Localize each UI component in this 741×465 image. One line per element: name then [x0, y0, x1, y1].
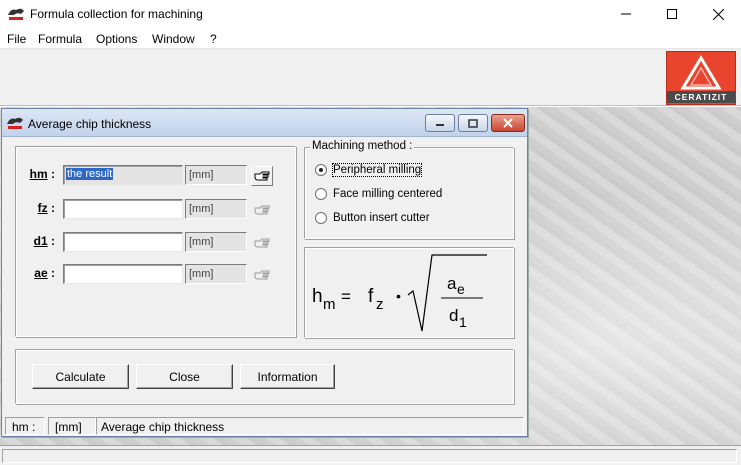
- dialog-status-bar: hm : [mm] Average chip thickness: [2, 416, 527, 436]
- radio-label: Peripheral milling: [331, 163, 423, 177]
- menu-window[interactable]: Window: [152, 32, 195, 46]
- hm-result-field[interactable]: the result: [63, 165, 183, 185]
- minimize-button[interactable]: [603, 0, 649, 28]
- close-icon: [503, 118, 513, 128]
- dialog-close-button[interactable]: [491, 114, 525, 132]
- dialog-maximize-button[interactable]: [458, 114, 488, 132]
- minimize-icon: [436, 124, 444, 126]
- machining-method-group: Machining method : Peripheral milling Fa…: [304, 140, 514, 239]
- formula-lhs: h: [312, 286, 323, 307]
- maximize-button[interactable]: [649, 0, 695, 28]
- radio-unchecked-icon: [315, 212, 327, 224]
- app-title: Formula collection for machining: [30, 7, 203, 21]
- chip-thickness-dialog: Average chip thickness hm : the result […: [1, 108, 528, 437]
- dialog-title: Average chip thickness: [28, 117, 152, 131]
- menu-options[interactable]: Options: [96, 32, 137, 46]
- radio-checked-icon: [315, 164, 327, 176]
- formula-dot: •: [396, 288, 401, 304]
- field-label-hm: hm :: [29, 167, 55, 181]
- menu-file[interactable]: File: [7, 32, 26, 46]
- pointing-hand-icon: [254, 171, 270, 181]
- menu-formula[interactable]: Formula: [38, 32, 82, 46]
- field-label-d1: d1 :: [33, 234, 55, 248]
- unit-d1: [mm]: [185, 232, 247, 252]
- menu-bar: File Formula Options Window ?: [0, 28, 741, 49]
- formula-f-sub: z: [376, 296, 384, 313]
- field-label-ae: ae :: [34, 266, 55, 280]
- calculate-button[interactable]: Calculate: [32, 364, 129, 389]
- pointing-hand-icon: [254, 270, 270, 280]
- radio-unchecked-icon: [315, 188, 327, 200]
- app-logo-icon: [8, 8, 24, 20]
- formula-denominator: d: [449, 306, 458, 325]
- formula-diagram: h m = f z • a e d 1: [312, 254, 487, 332]
- machining-method-legend: Machining method :: [310, 140, 415, 152]
- formula-equals: =: [341, 287, 351, 306]
- close-button[interactable]: Close: [136, 364, 233, 389]
- radio-label: Button insert cutter: [333, 212, 430, 224]
- field-label-fz: fz :: [37, 201, 55, 215]
- main-titlebar: Formula collection for machining: [0, 0, 741, 28]
- formula-denominator-sub: 1: [459, 314, 467, 330]
- unit-fz: [mm]: [185, 199, 247, 219]
- status-field: hm :: [5, 417, 45, 435]
- dialog-titlebar: Average chip thickness: [2, 109, 527, 137]
- radio-button-insert-cutter[interactable]: Button insert cutter: [315, 210, 430, 226]
- triangle-logo-icon: [680, 55, 722, 90]
- close-window-button[interactable]: [695, 0, 741, 28]
- dialog-minimize-button[interactable]: [425, 114, 455, 132]
- maximize-icon: [667, 9, 677, 19]
- toolbar-area: [0, 49, 741, 106]
- minimize-icon: [621, 13, 631, 15]
- status-unit: [mm]: [48, 417, 96, 435]
- select-fz-button[interactable]: [251, 200, 273, 220]
- radio-face-milling-centered[interactable]: Face milling centered: [315, 186, 442, 202]
- brand-name: CERATIZIT: [667, 91, 735, 103]
- menu-help[interactable]: ?: [210, 32, 217, 46]
- select-hm-button[interactable]: [251, 166, 273, 186]
- ae-input[interactable]: [63, 264, 183, 284]
- status-description: Average chip thickness: [96, 417, 524, 435]
- pointing-hand-icon: [254, 205, 270, 215]
- main-status-bar: [0, 445, 741, 465]
- brand-logo: CERATIZIT: [666, 51, 736, 105]
- formula-numerator-sub: e: [457, 281, 465, 297]
- formula-numerator: a: [447, 274, 457, 293]
- formula-f: f: [368, 286, 374, 307]
- close-icon: [712, 8, 724, 20]
- d1-input[interactable]: [63, 232, 183, 252]
- select-ae-button[interactable]: [251, 265, 273, 285]
- select-d1-button[interactable]: [251, 233, 273, 253]
- unit-ae: [mm]: [185, 264, 247, 284]
- pointing-hand-icon: [254, 238, 270, 248]
- radio-peripheral-milling[interactable]: Peripheral milling: [315, 162, 423, 178]
- fz-input[interactable]: [63, 199, 183, 219]
- maximize-icon: [468, 118, 478, 128]
- app-logo-icon: [7, 117, 23, 129]
- formula-lhs-sub: m: [323, 296, 336, 313]
- formula-sqrt: [407, 254, 487, 332]
- unit-hm: [mm]: [185, 165, 247, 185]
- information-button[interactable]: Information: [240, 364, 335, 389]
- radio-label: Face milling centered: [333, 188, 443, 200]
